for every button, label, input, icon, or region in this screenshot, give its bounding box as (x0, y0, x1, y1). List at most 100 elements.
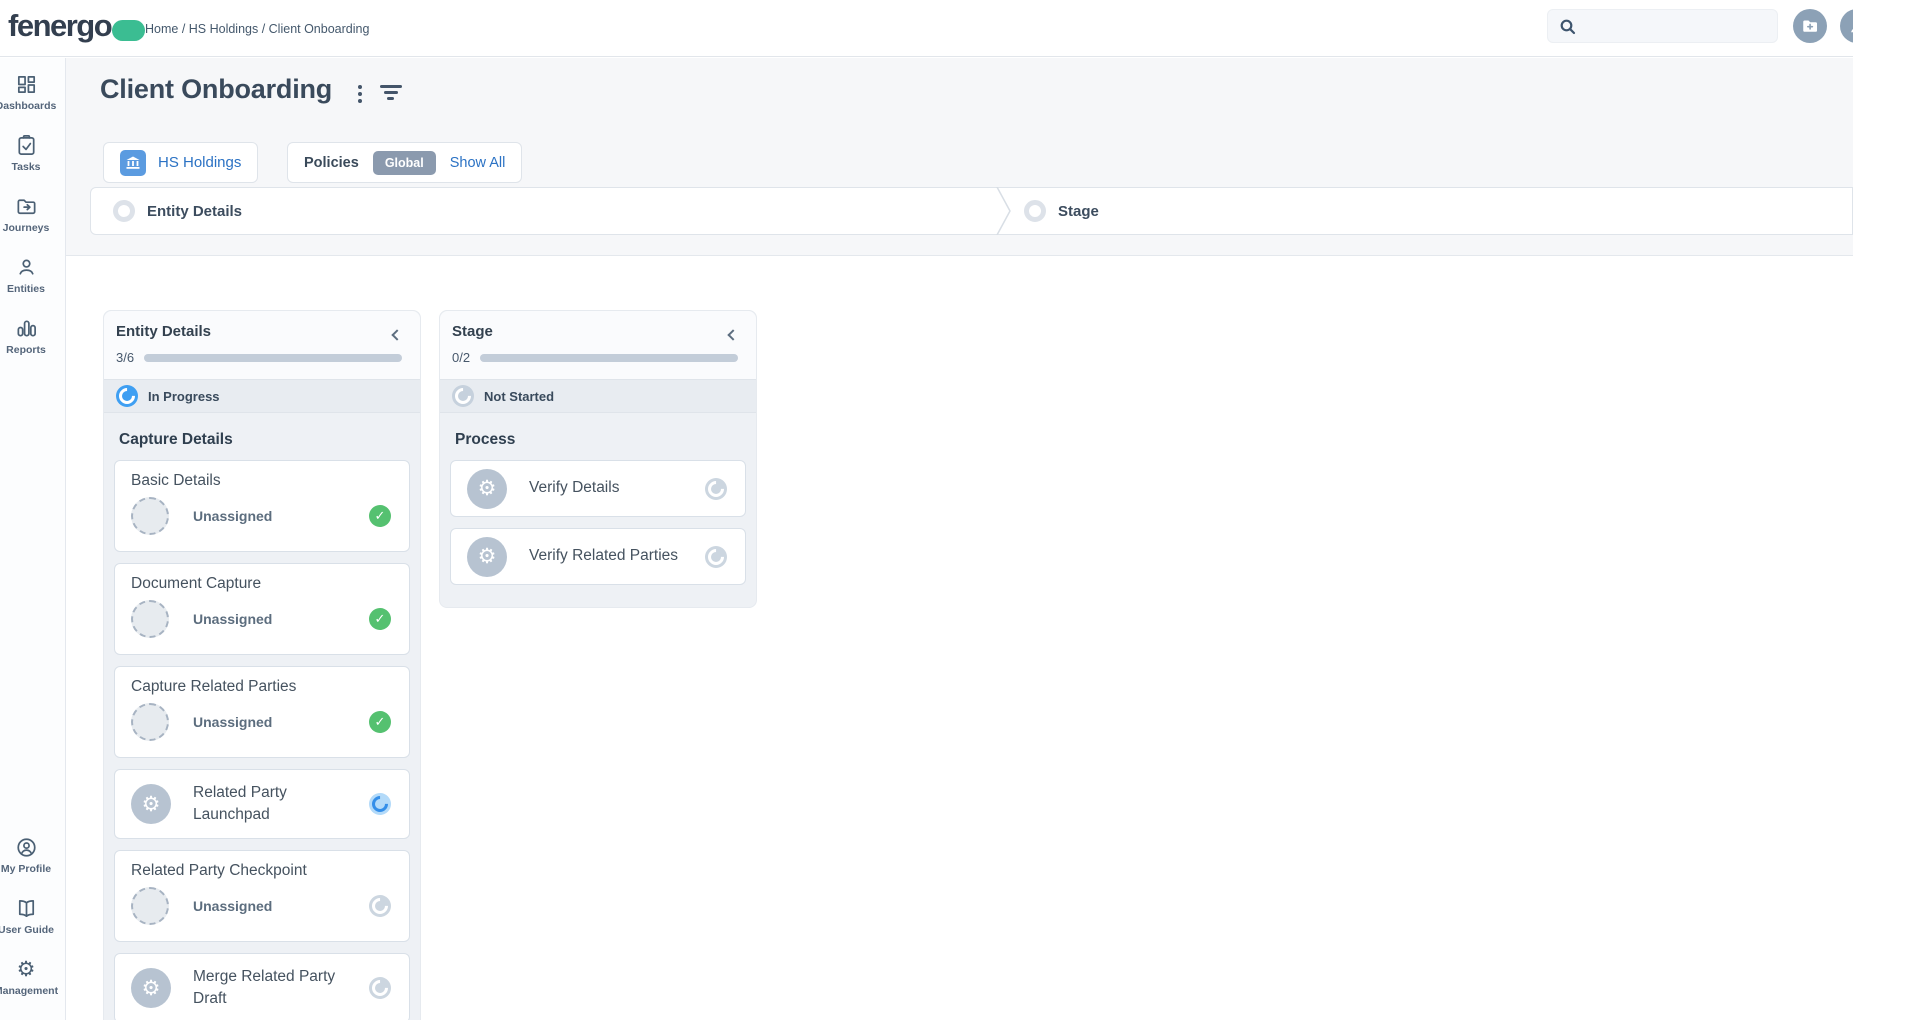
sidebar-label: Reports (6, 344, 46, 356)
collapse-column-icon[interactable] (726, 329, 740, 343)
assignee-label: Unassigned (193, 508, 272, 524)
sidebar-item-management[interactable]: ⚙ Management (0, 957, 52, 997)
task-card-related-party-launchpad[interactable]: Related Party Launchpad (114, 769, 410, 839)
entity-column-header: Entity Details 3/6 (104, 311, 420, 379)
column-status-row: Not Started (440, 379, 756, 413)
column-status-label: Not Started (484, 389, 554, 404)
sidebar-item-dashboards[interactable]: Dashboards (0, 72, 52, 112)
unassigned-avatar[interactable] (131, 887, 169, 925)
stage-column-header: Stage 0/2 (440, 311, 756, 379)
task-card-related-party-checkpoint[interactable]: Related Party Checkpoint Unassigned (114, 850, 410, 942)
sidebar-item-reports[interactable]: Reports (0, 316, 52, 356)
in-progress-status-icon (116, 385, 138, 407)
progress-bar (144, 354, 402, 362)
fenergo-logo[interactable]: fenergo (8, 8, 145, 44)
in-progress-status-icon (369, 793, 391, 815)
top-header: fenergo Home / HS Holdings / Client Onbo… (0, 0, 1853, 57)
sidebar-item-user-guide[interactable]: User Guide (0, 896, 52, 936)
sidebar-item-entities[interactable]: Entities (0, 255, 52, 295)
assignee-label: Unassigned (193, 714, 272, 730)
logo-pill-icon (112, 20, 145, 41)
column-status-label: In Progress (148, 389, 220, 404)
search-input[interactable] (1582, 10, 1772, 42)
task-card-merge-related-party-draft[interactable]: Merge Related Party Draft (114, 953, 410, 1020)
unassigned-avatar[interactable] (131, 703, 169, 741)
sidebar-label: User Guide (0, 924, 54, 936)
assignee-row: Unassigned (131, 887, 391, 925)
column-status-row: In Progress (104, 379, 420, 413)
reports-icon (14, 316, 38, 340)
user-avatar-button[interactable] (1840, 9, 1853, 43)
card-title: Verify Details (529, 477, 619, 499)
gear-icon: ⚙ (14, 957, 38, 981)
column-title: Stage (452, 323, 738, 340)
column-progress: 0/2 (452, 350, 738, 365)
card-title: Capture Related Parties (131, 678, 391, 696)
entity-chip-label: HS Holdings (158, 154, 241, 171)
breadcrumb[interactable]: Home / HS Holdings / Client Onboarding (145, 0, 369, 57)
sidebar-label: Entities (7, 283, 45, 295)
unassigned-avatar[interactable] (131, 600, 169, 638)
task-card-document-capture[interactable]: Document Capture Unassigned (114, 563, 410, 655)
sidebar-nav: Dashboards Tasks (0, 58, 66, 1020)
progress-count: 3/6 (116, 350, 134, 365)
sidebar-item-tasks[interactable]: Tasks (0, 133, 52, 173)
sidebar-item-my-profile[interactable]: My Profile (0, 835, 52, 875)
step-label: Stage (1058, 203, 1099, 220)
add-folder-button[interactable] (1793, 9, 1827, 43)
step-ring-icon (1024, 200, 1046, 222)
policies-label: Policies (304, 155, 359, 171)
bank-icon (120, 150, 146, 176)
card-title: Document Capture (131, 575, 391, 593)
not-started-status-icon (705, 546, 727, 568)
step-ring-icon (113, 200, 135, 222)
sidebar-label: Management (0, 985, 58, 997)
user-icon (1848, 17, 1853, 35)
column-title: Entity Details (116, 323, 402, 340)
entity-chip-hs-holdings[interactable]: HS Holdings (103, 142, 258, 183)
assignee-label: Unassigned (193, 898, 272, 914)
task-card-basic-details[interactable]: Basic Details Unassigned (114, 460, 410, 552)
collapse-column-icon[interactable] (390, 329, 404, 343)
journeys-icon (14, 194, 38, 218)
complete-status-icon (369, 711, 391, 733)
stepper-step-stage[interactable]: Stage (1012, 188, 1852, 234)
show-all-link[interactable]: Show All (450, 155, 506, 171)
stage-column-body: Process Verify Details Verify Related Pa… (440, 413, 756, 610)
sidebar-bottom-group: My Profile User Guide ⚙ Management (0, 835, 52, 1018)
entity-column-body: Capture Details Basic Details Unassigned… (104, 413, 420, 1020)
policies-group: Policies Global Show All (287, 142, 522, 183)
filter-icon[interactable] (380, 85, 404, 103)
section-title: Process (455, 431, 746, 449)
not-started-status-icon (452, 385, 474, 407)
progress-bar (480, 354, 738, 362)
stepper-step-entity-details[interactable]: Entity Details (91, 188, 996, 234)
task-card-verify-details[interactable]: Verify Details (450, 460, 746, 517)
not-started-status-icon (705, 478, 727, 500)
complete-status-icon (369, 505, 391, 527)
entities-icon (14, 255, 38, 279)
unassigned-avatar[interactable] (131, 497, 169, 535)
assignee-row: Unassigned (131, 497, 391, 535)
sidebar-item-journeys[interactable]: Journeys (0, 194, 52, 234)
complete-status-icon (369, 608, 391, 630)
card-title: Verify Related Parties (529, 545, 678, 567)
tasks-icon (14, 133, 38, 157)
folder-plus-icon (1801, 17, 1819, 35)
policies-global-badge[interactable]: Global (373, 151, 436, 175)
sidebar-label: Tasks (12, 161, 41, 173)
global-search (1547, 9, 1778, 43)
app-window: fenergo Home / HS Holdings / Client Onbo… (0, 0, 1853, 1020)
card-title: Merge Related Party Draft (193, 966, 365, 1011)
not-started-status-icon (369, 977, 391, 999)
task-card-capture-related-parties[interactable]: Capture Related Parties Unassigned (114, 666, 410, 758)
task-card-verify-related-parties[interactable]: Verify Related Parties (450, 528, 746, 585)
assignee-label: Unassigned (193, 611, 272, 627)
step-separator-chevron (996, 187, 1012, 235)
progress-count: 0/2 (452, 350, 470, 365)
more-options-icon[interactable] (356, 83, 364, 105)
sidebar-label: My Profile (1, 863, 51, 875)
step-label: Entity Details (147, 203, 242, 220)
card-title: Related Party Checkpoint (131, 862, 391, 880)
section-title: Capture Details (119, 431, 410, 449)
